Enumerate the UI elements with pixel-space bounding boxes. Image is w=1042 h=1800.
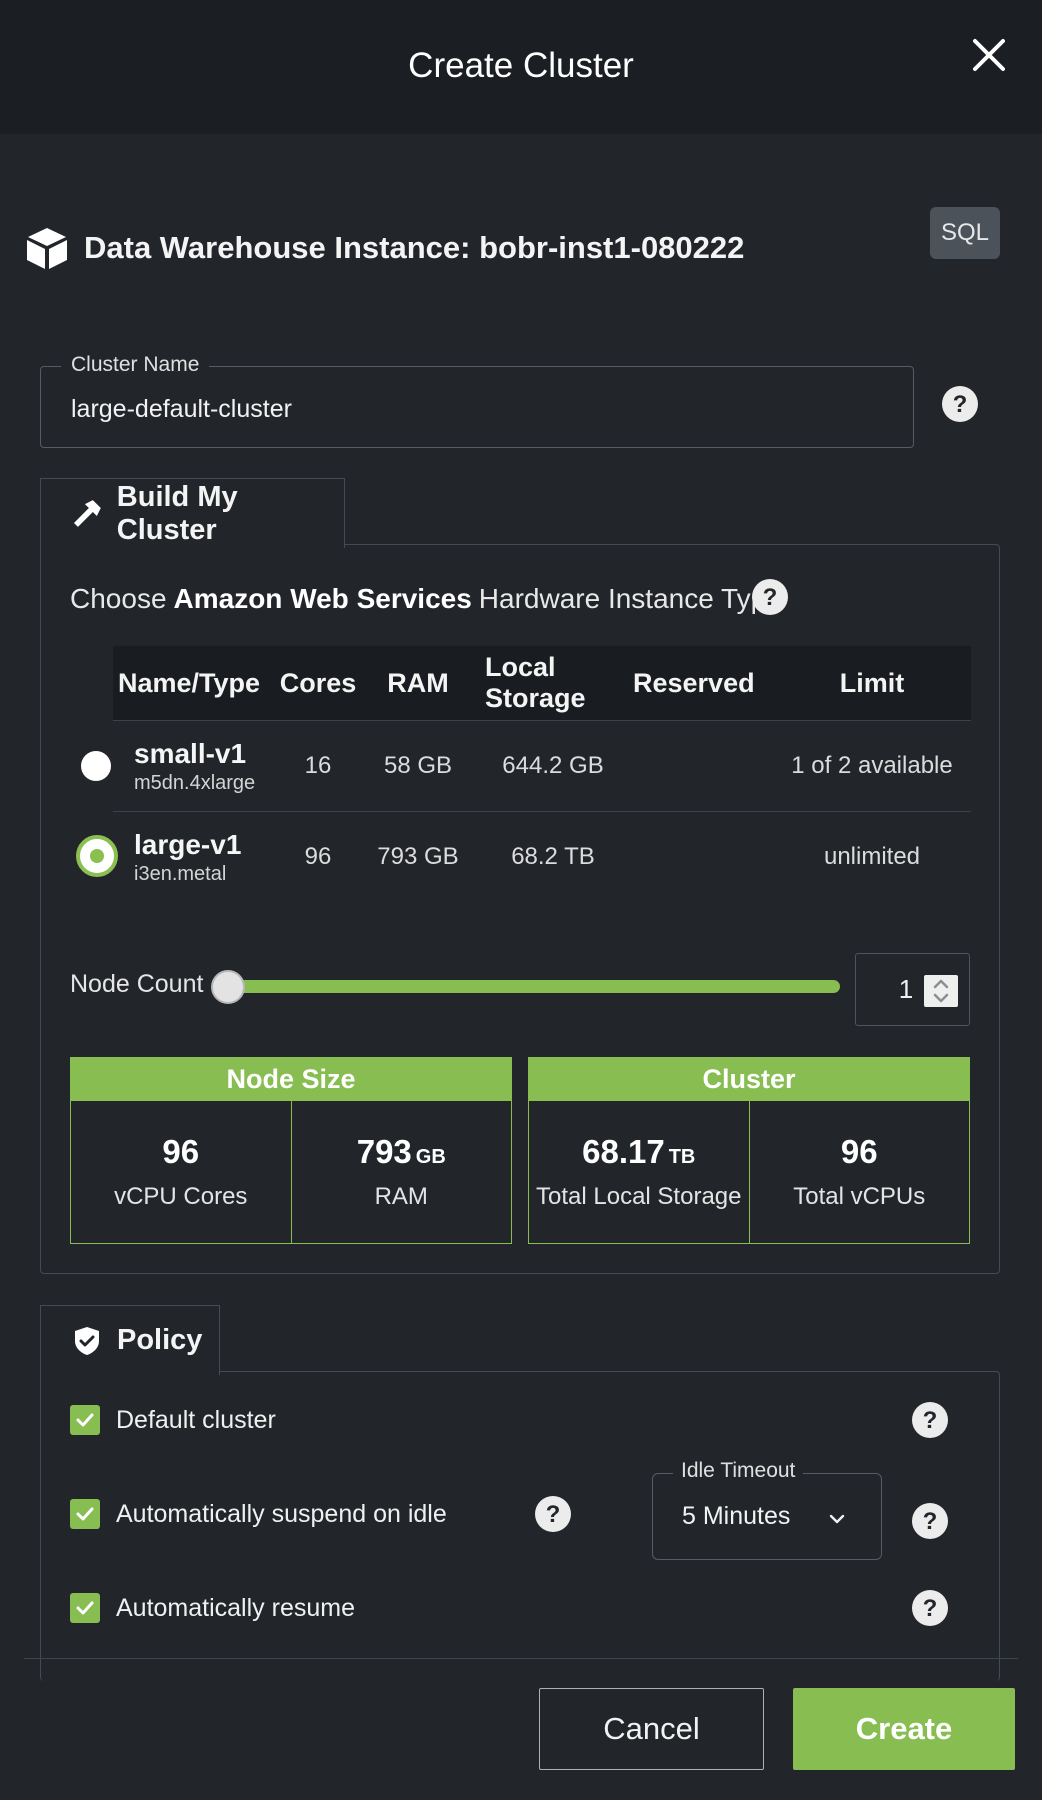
idle-timeout-label: Idle Timeout <box>673 1459 804 1483</box>
slider-handle[interactable] <box>211 970 245 1004</box>
cluster-name-input[interactable] <box>71 391 891 427</box>
cluster-storage-value: 68.17 <box>582 1133 665 1170</box>
idle-timeout-select[interactable]: Idle Timeout 5 Minutes <box>652 1459 882 1560</box>
sql-badge: SQL <box>930 207 1000 259</box>
node-count-slider[interactable] <box>228 980 840 993</box>
node-size-summary: Node Size 96 vCPU Cores 793 GB RAM <box>70 1057 512 1244</box>
svg-text:?: ? <box>923 1407 938 1434</box>
row-name: large-v1 <box>134 828 242 860</box>
slider-fill <box>228 980 840 993</box>
node-vcpu-value: 96 <box>162 1133 200 1170</box>
policy-tab[interactable]: Policy <box>40 1305 220 1375</box>
node-vcpu-label: vCPU Cores <box>114 1183 248 1210</box>
cluster-storage-label: Total Local Storage <box>536 1183 742 1210</box>
help-icon[interactable]: ? <box>911 1589 949 1627</box>
close-icon[interactable] <box>970 36 1008 74</box>
row-storage: 644.2 GB <box>502 752 604 779</box>
auto-suspend-label: Automatically suspend on idle <box>116 1499 447 1528</box>
cube-icon <box>27 228 67 269</box>
col-limit: Limit <box>839 667 905 698</box>
row-type: m5dn.4xlarge <box>134 771 256 794</box>
row-cores: 96 <box>304 843 332 870</box>
row-type: i3en.metal <box>134 862 227 885</box>
svg-text:?: ? <box>923 1595 938 1622</box>
svg-text:?: ? <box>923 1508 938 1535</box>
hardware-table: Name/Type Cores RAM Local Storage Reserv… <box>76 646 971 902</box>
row-ram: 58 GB <box>383 752 453 779</box>
default-cluster-checkbox[interactable] <box>70 1405 100 1435</box>
help-icon[interactable]: ? <box>941 385 979 423</box>
shield-check-icon <box>75 1326 99 1355</box>
help-icon[interactable]: ? <box>534 1495 572 1533</box>
help-icon[interactable]: ? <box>911 1502 949 1540</box>
create-button[interactable]: Create <box>793 1688 1015 1770</box>
hammer-icon <box>73 499 101 527</box>
choose-suffix: Hardware Instance Type <box>478 583 782 614</box>
cluster-name-label: Cluster Name <box>61 353 210 377</box>
col-ram: RAM <box>387 667 449 698</box>
instance-row: Data Warehouse Instance: bobr-inst1-0802… <box>24 220 1014 276</box>
policy-tab-label: Policy <box>117 1324 203 1356</box>
row-ram: 793 GB <box>377 843 459 870</box>
col-storage: Local Storage <box>485 652 586 713</box>
row-cores: 16 <box>304 752 332 779</box>
help-icon[interactable]: ? <box>751 578 789 616</box>
cancel-button[interactable]: Cancel <box>539 1688 764 1770</box>
svg-text:?: ? <box>546 1501 561 1528</box>
cluster-storage-unit: TB <box>668 1146 696 1168</box>
cluster-vcpu-stat: 96 Total vCPUs <box>750 1101 970 1243</box>
cluster-storage-stat: 68.17 TB Total Local Storage <box>529 1101 750 1243</box>
table-row[interactable]: large-v1 i3en.metal 96 793 GB 68.2 TB un… <box>76 811 971 902</box>
stepper-arrows-icon[interactable] <box>924 975 958 1007</box>
choose-provider: Amazon Web Services <box>173 583 472 614</box>
cluster-vcpu-value: 96 <box>840 1133 878 1170</box>
cluster-summary: Cluster 68.17 TB Total Local Storage 96 T… <box>528 1057 970 1244</box>
idle-timeout-value: 5 Minutes <box>682 1502 791 1530</box>
modal-title: Create Cluster <box>408 46 634 85</box>
table-header: Name/Type Cores RAM Local Storage Reserv… <box>113 646 971 720</box>
instance-radio-large-v1[interactable] <box>76 835 118 877</box>
auto-resume-row: Automatically resume <box>70 1588 355 1628</box>
cluster-name-field: Cluster Name <box>40 353 914 448</box>
instance-type-heading: Choose Amazon Web Services Hardware Inst… <box>70 578 782 620</box>
auto-resume-checkbox[interactable] <box>70 1593 100 1623</box>
col-reserved: Reserved <box>633 667 755 698</box>
choose-prefix: Choose <box>70 583 167 614</box>
row-limit: 1 of 2 available <box>791 752 953 779</box>
node-count-label: Node Count <box>70 970 204 998</box>
svg-text:?: ? <box>953 391 968 418</box>
table-row[interactable]: small-v1 m5dn.4xlarge 16 58 GB 644.2 GB … <box>81 720 971 811</box>
footer-divider <box>24 1658 1018 1659</box>
col-name: Name/Type <box>118 667 261 698</box>
node-ram-stat: 793 GB RAM <box>292 1101 512 1243</box>
node-ram-value: 793 <box>356 1133 412 1170</box>
build-cluster-tab[interactable]: Build My Cluster <box>40 478 345 548</box>
row-limit: unlimited <box>823 843 921 870</box>
node-vcpu-stat: 96 vCPU Cores <box>71 1101 292 1243</box>
instance-title: Data Warehouse Instance: bobr-inst1-0802… <box>84 230 745 265</box>
node-count-stepper <box>855 953 970 1026</box>
col-cores: Cores <box>279 667 357 698</box>
node-ram-unit: GB <box>415 1146 446 1168</box>
modal-header: Create Cluster <box>0 0 1042 134</box>
default-cluster-label: Default cluster <box>116 1405 276 1434</box>
auto-suspend-row: Automatically suspend on idle <box>70 1494 447 1534</box>
row-name: small-v1 <box>134 737 247 769</box>
auto-resume-label: Automatically resume <box>116 1593 355 1622</box>
row-storage: 68.2 TB <box>511 843 595 870</box>
chevron-down-icon <box>829 1514 845 1524</box>
auto-suspend-checkbox[interactable] <box>70 1499 100 1529</box>
node-size-title: Node Size <box>70 1057 512 1101</box>
build-cluster-tab-label: Build My Cluster <box>116 480 238 546</box>
instance-radio-small-v1[interactable] <box>81 751 111 781</box>
svg-text:?: ? <box>763 584 778 611</box>
help-icon[interactable]: ? <box>911 1401 949 1439</box>
node-ram-label: RAM <box>374 1183 428 1210</box>
cluster-summary-title: Cluster <box>528 1057 970 1101</box>
default-cluster-row: Default cluster <box>70 1400 276 1440</box>
cluster-vcpu-label: Total vCPUs <box>793 1183 926 1210</box>
